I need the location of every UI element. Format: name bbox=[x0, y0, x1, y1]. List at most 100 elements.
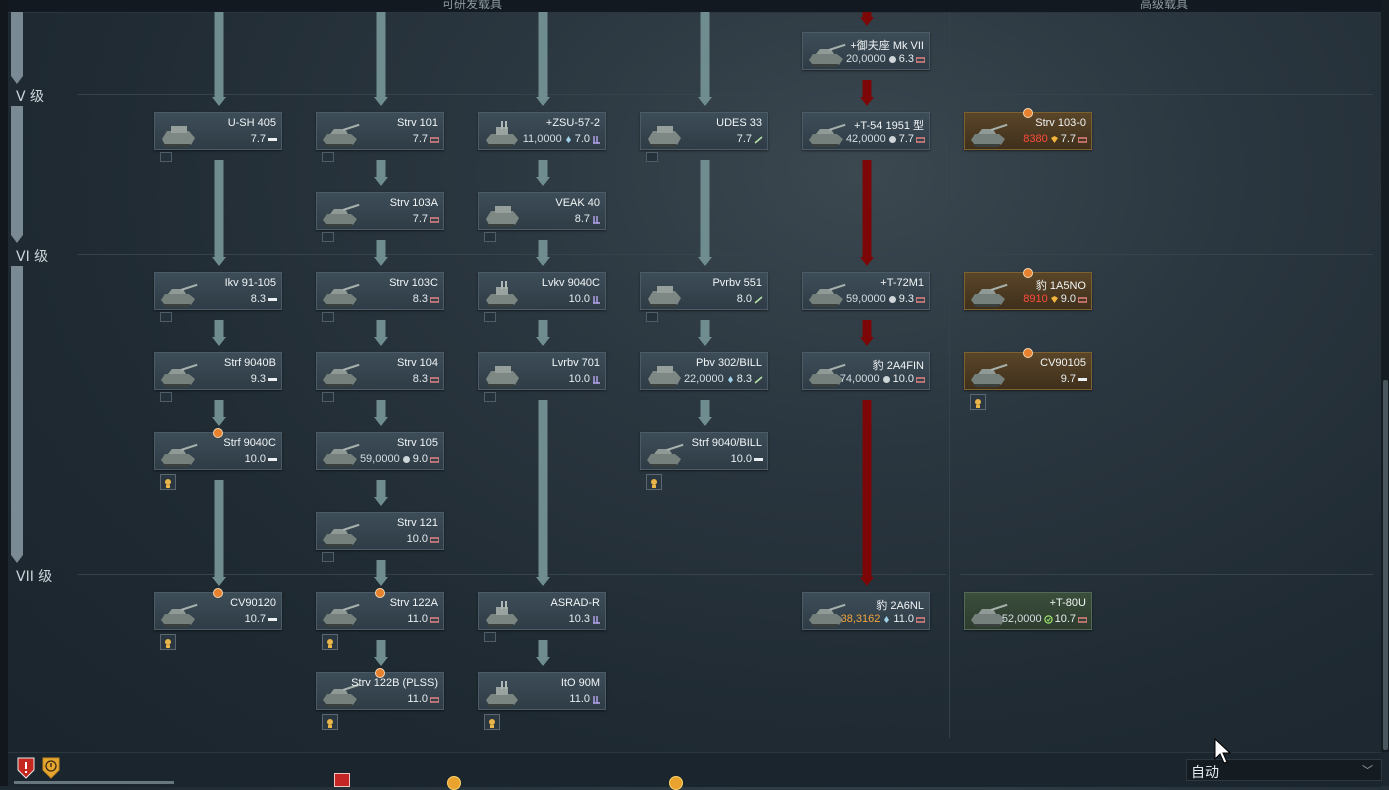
vehicle-card[interactable]: 豹 2A6NL 38,3162 11.0 bbox=[802, 592, 930, 630]
light-tank-icon bbox=[1078, 377, 1087, 381]
light-tank-icon bbox=[268, 297, 277, 301]
vehicle-card[interactable]: +ZSU-57-2 11,0000 7.0 bbox=[478, 112, 606, 150]
rank-vii-line bbox=[78, 574, 946, 575]
bottom-bar bbox=[8, 752, 1381, 787]
rank-v-line bbox=[78, 94, 946, 95]
light-tank-icon bbox=[268, 457, 277, 461]
tree-arrow-red bbox=[860, 12, 874, 26]
vehicle-card[interactable]: ASRAD-R 10.3 bbox=[478, 592, 606, 630]
tank-icon bbox=[969, 120, 1009, 148]
battle-rating: 10.0 bbox=[892, 373, 914, 385]
battle-rating: 11.0 bbox=[407, 613, 428, 625]
tank-destroyer-icon bbox=[754, 295, 763, 304]
battle-rating: 7.7 bbox=[1060, 133, 1076, 145]
vehicle-card[interactable]: ItO 90M 11.0 bbox=[478, 672, 606, 710]
medium-tank-icon bbox=[430, 616, 439, 623]
research-cost: 20,0000 bbox=[845, 53, 886, 65]
aa-vehicle-icon bbox=[483, 280, 523, 308]
tree-arrow bbox=[374, 320, 388, 346]
battle-rating: 7.7 bbox=[412, 133, 428, 145]
tree-arrow bbox=[212, 160, 226, 266]
vehicle-card[interactable]: Strv 103C 8.3 bbox=[316, 272, 444, 310]
vehicle-card[interactable]: Strv 103A 7.7 bbox=[316, 192, 444, 230]
tree-arrow bbox=[536, 240, 550, 266]
research-cost: 22,0000 bbox=[683, 373, 724, 385]
research-cost: 74,0000 bbox=[839, 373, 880, 385]
vehicle-name: CV90105 bbox=[1040, 357, 1086, 369]
spaa-icon bbox=[593, 375, 600, 384]
light-tank-icon bbox=[268, 617, 277, 621]
vehicle-card[interactable]: Strv 121 10.0 bbox=[316, 512, 444, 550]
vehicle-name: Strv 105 bbox=[397, 437, 438, 449]
battle-rating: 7.0 bbox=[574, 133, 590, 145]
vehicle-card[interactable]: +T-72M1 59,0000 9.3 bbox=[802, 272, 930, 310]
tank-icon bbox=[645, 280, 685, 308]
vehicle-card[interactable]: Ikv 91-105 8.3 bbox=[154, 272, 282, 310]
heavy-tank-icon bbox=[430, 216, 439, 223]
vehicle-card[interactable]: Strv 104 8.3 bbox=[316, 352, 444, 390]
battle-rating: 7.7 bbox=[736, 133, 752, 145]
crew-slot-icon bbox=[484, 232, 496, 242]
warning-shield-icon[interactable] bbox=[16, 756, 36, 780]
vehicle-card[interactable]: Strv 105 59,0000 9.0 bbox=[316, 432, 444, 470]
vehicle-name: CV90120 bbox=[230, 597, 276, 609]
vehicle-card[interactable]: Pvrbv 551 8.0 bbox=[640, 272, 768, 310]
research-alert-icon[interactable] bbox=[41, 756, 61, 780]
vehicle-card[interactable]: Strv 101 7.7 bbox=[316, 112, 444, 150]
vehicle-name: +ZSU-57-2 bbox=[545, 117, 600, 129]
battle-rating: 9.0 bbox=[1060, 293, 1076, 305]
spaa-icon bbox=[593, 215, 600, 224]
spaa-icon bbox=[593, 695, 600, 704]
medium-tank-icon bbox=[430, 696, 439, 703]
vehicle-card[interactable]: Strf 9040B 9.3 bbox=[154, 352, 282, 390]
vehicle-name: Strv 122A bbox=[389, 597, 438, 609]
crew-slot-icon bbox=[646, 312, 658, 322]
tree-arrow bbox=[536, 640, 550, 666]
research-cost: 42,0000 bbox=[845, 133, 886, 145]
vehicle-card[interactable]: Pbv 302/BILL 22,0000 8.3 bbox=[640, 352, 768, 390]
battle-rating: 6.3 bbox=[898, 53, 914, 65]
scrollbar-thumb[interactable] bbox=[1383, 380, 1388, 750]
vehicle-card[interactable]: VEAK 40 8.7 bbox=[478, 192, 606, 230]
medium-tank-icon bbox=[430, 536, 439, 543]
battle-rating: 8.3 bbox=[412, 373, 428, 385]
vehicle-name: UDES 33 bbox=[716, 117, 762, 129]
vehicle-name: +御夫座 Mk VII bbox=[850, 40, 924, 52]
new-vehicle-marker-icon bbox=[375, 668, 385, 678]
tank-icon bbox=[321, 200, 361, 228]
vehicle-card[interactable]: U-SH 405 7.7 bbox=[154, 112, 282, 150]
vehicle-card[interactable]: +T-54 1951 型 42,0000 7.7 bbox=[802, 112, 930, 150]
tree-arrow bbox=[536, 12, 550, 106]
tree-arrow bbox=[374, 640, 388, 666]
vehicle-card[interactable]: 豹 2A4FIN 74,0000 10.0 bbox=[802, 352, 930, 390]
heavy-tank-icon bbox=[1078, 136, 1087, 143]
rank-v-line-premium bbox=[960, 94, 1373, 95]
aa-vehicle-icon bbox=[483, 600, 523, 628]
vehicle-card[interactable]: Lvkv 9040C 10.0 bbox=[478, 272, 606, 310]
battle-rating: 11.0 bbox=[569, 693, 590, 705]
battle-rating: 9.0 bbox=[412, 453, 428, 465]
battle-rating: 8.3 bbox=[250, 293, 266, 305]
tree-arrow-red bbox=[860, 400, 874, 586]
vehicle-name: Strv 103-0 bbox=[1035, 117, 1086, 129]
golden-eagle-icon bbox=[1050, 135, 1058, 143]
tank-icon bbox=[645, 360, 685, 388]
vehicle-card[interactable]: UDES 33 7.7 bbox=[640, 112, 768, 150]
silver-lions-icon bbox=[884, 615, 890, 623]
vehicle-name: +T-54 1951 型 bbox=[853, 120, 924, 132]
vehicle-card[interactable]: Lvrbv 701 10.0 bbox=[478, 352, 606, 390]
crew-slot-icon bbox=[484, 312, 496, 322]
medium-tank-icon bbox=[1078, 616, 1087, 623]
vehicle-card[interactable]: Strf 9040/BILL 10.0 bbox=[640, 432, 768, 470]
squadron-vehicle-card[interactable]: +T-80U 52,0000 10.7 bbox=[964, 592, 1092, 630]
premium-header: 高级载具 bbox=[1140, 0, 1189, 11]
battle-rating: 10.3 bbox=[568, 613, 590, 625]
vehicle-card[interactable]: +御夫座 Mk VII 20,0000 6.3 bbox=[802, 32, 930, 70]
tree-arrow bbox=[536, 160, 550, 186]
golden-eagle-icon bbox=[1050, 295, 1058, 303]
squadron-points-icon bbox=[1043, 614, 1053, 624]
research-points-icon bbox=[888, 135, 896, 143]
battle-rating: 10.0 bbox=[730, 453, 752, 465]
left-edge bbox=[0, 0, 8, 786]
crew-slot-icon bbox=[322, 312, 334, 322]
